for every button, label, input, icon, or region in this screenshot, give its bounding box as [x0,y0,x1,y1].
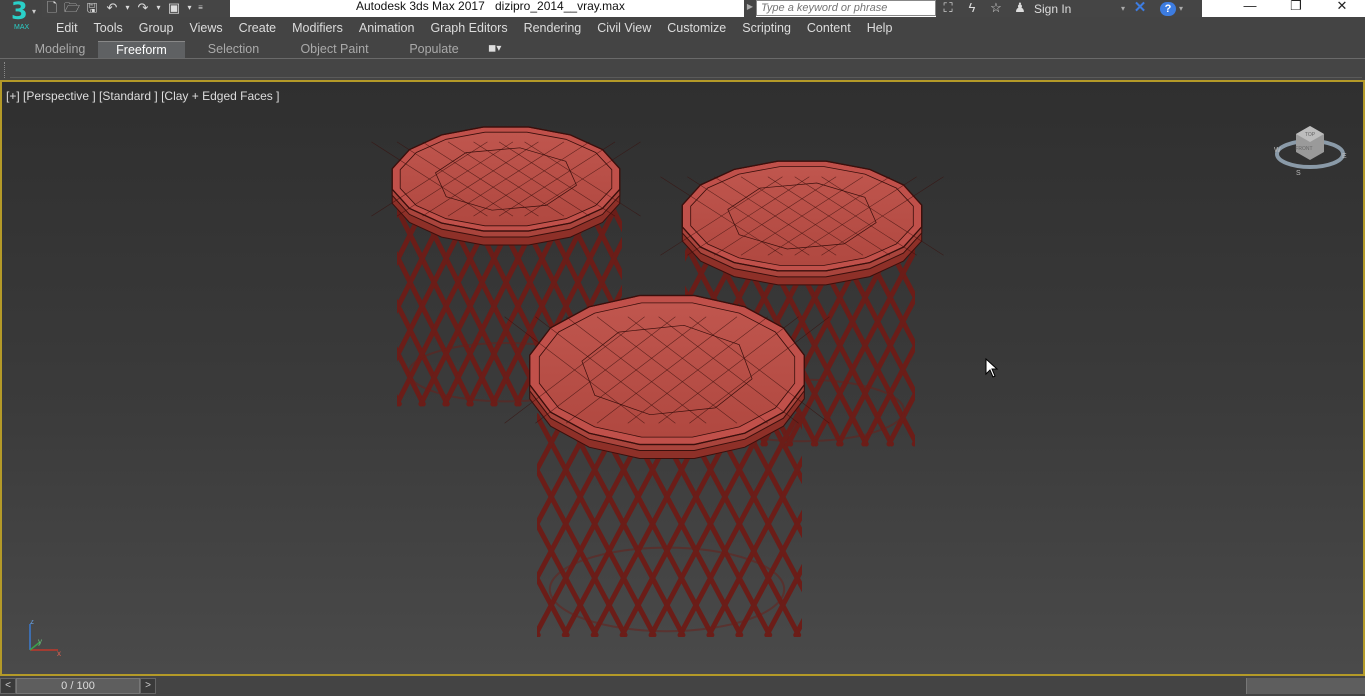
panel-divider [10,77,1362,78]
viewcube-front-label: FRONT [1295,146,1312,152]
time-slider-thumb[interactable]: 0 / 100 [16,678,140,694]
user-icon[interactable]: ♟ [1008,0,1032,17]
ribbon-panel [0,59,1365,80]
ribbon-tabs: Modeling Freeform Selection Object Paint… [0,39,1365,59]
window-title: Autodesk 3ds Max 2017 [356,0,485,13]
tab-object-paint[interactable]: Object Paint [288,41,381,59]
quick-access-toolbar: 🗋 🗁 🖫 ↶ ▾ ↷ ▾ ▣ ▾ ≡ [42,0,230,17]
menu-modifiers[interactable]: Modifiers [284,17,351,39]
compass-east: E [1342,153,1347,160]
new-file-icon[interactable]: 🗋 [42,0,62,17]
menu-scripting[interactable]: Scripting [734,17,799,39]
app-logo-sub: MAX [14,24,30,31]
chevron-down-icon[interactable]: ▾ [153,0,164,17]
ribbon-options-dropdown[interactable]: ◼▾ [488,43,514,56]
menu-group[interactable]: Group [131,17,182,39]
save-icon[interactable]: 🖫 [82,0,102,17]
tab-selection[interactable]: Selection [190,41,277,59]
exchange-apps-icon[interactable]: ✕ [1128,0,1152,17]
chevron-down-icon: ▾ [32,7,37,16]
infocenter-toolbar: ⛶ ϟ ☆ ♟ Sign In ▾ ✕ ? ▾ [936,0,1202,17]
chevron-down-icon[interactable]: ▾ [1176,4,1186,13]
axis-z-label: z [30,620,34,626]
customize-toolbar-icon[interactable]: ≡ [195,0,206,17]
side-table-front[interactable] [159,294,1175,637]
close-button[interactable]: ✕ [1319,0,1365,15]
tab-populate[interactable]: Populate [396,41,472,59]
viewcube-top-label: TOP [1305,132,1316,138]
menu-animation[interactable]: Animation [351,17,423,39]
undo-icon[interactable]: ↶ [102,0,122,17]
app-logo: 3 [11,0,28,25]
chevron-down-icon[interactable]: ▾ [1118,4,1128,13]
menu-help[interactable]: Help [859,17,901,39]
sign-in-button[interactable]: Sign In [1034,2,1118,16]
menu-bar: Edit Tools Group Views Create Modifiers … [42,17,1365,39]
restore-button[interactable]: ❐ [1273,0,1319,15]
open-folder-icon[interactable]: 🗁 [62,0,82,17]
star-icon[interactable]: ☆ [984,0,1008,17]
compass-south: S [1296,170,1301,176]
time-slider-next-button[interactable]: > [140,678,156,694]
project-folder-icon[interactable]: ▣ [164,0,184,17]
search-input[interactable] [756,0,936,16]
chevron-down-icon: ▾ [496,43,502,54]
axis-x-label: x [57,649,61,658]
time-slider-prev-button[interactable]: < [0,678,16,694]
binoculars-icon[interactable]: ⛶ [936,0,960,17]
menu-tools[interactable]: Tools [86,17,131,39]
file-name: dizipro_2014__vray.max [495,0,625,13]
compass-west: W [1274,147,1281,154]
menu-civil-view[interactable]: Civil View [589,17,659,39]
3ds-max-window: 3 MAX ▾ 🗋 🗁 🖫 ↶ ▾ ↷ ▾ ▣ ▾ ≡ Autodesk 3ds… [0,0,1365,696]
search-expand-icon[interactable]: ▶ [744,0,756,17]
help-icon[interactable]: ? [1160,1,1176,16]
application-menu-button[interactable]: 3 MAX ▾ [0,0,42,37]
axis-y-label: y [38,637,42,646]
menu-content[interactable]: Content [799,17,859,39]
menu-views[interactable]: Views [181,17,230,39]
ribbon-grip[interactable] [4,62,8,78]
axis-tripod: z y x [29,620,61,658]
menu-customize[interactable]: Customize [659,17,734,39]
menu-rendering[interactable]: Rendering [516,17,590,39]
chevron-down-icon[interactable]: ▾ [184,0,195,17]
subscription-icon[interactable]: ϟ [960,0,984,17]
chevron-down-icon[interactable]: ▾ [122,0,133,17]
menu-create[interactable]: Create [231,17,285,39]
tab-freeform[interactable]: Freeform [98,41,185,59]
mouse-cursor-icon [985,358,999,378]
viewcube[interactable]: TOP FRONT S E W [1272,114,1348,176]
menu-graph-editors[interactable]: Graph Editors [422,17,515,39]
menu-edit[interactable]: Edit [42,17,86,39]
perspective-viewport[interactable]: [+] [Perspective ] [Standard ] [Clay + E… [0,80,1365,676]
time-slider-end-block [1246,678,1365,694]
viewport-label[interactable]: [+] [Perspective ] [Standard ] [Clay + E… [6,89,279,103]
viewport-scene [159,126,1175,637]
minimize-button[interactable]: — [1227,0,1273,15]
tab-modeling[interactable]: Modeling [22,41,98,59]
title-bar: 3 MAX ▾ 🗋 🗁 🖫 ↶ ▾ ↷ ▾ ▣ ▾ ≡ Autodesk 3ds… [0,0,1365,37]
redo-icon[interactable]: ↷ [133,0,153,17]
time-slider-bar: < 0 / 100 > [0,676,1365,696]
